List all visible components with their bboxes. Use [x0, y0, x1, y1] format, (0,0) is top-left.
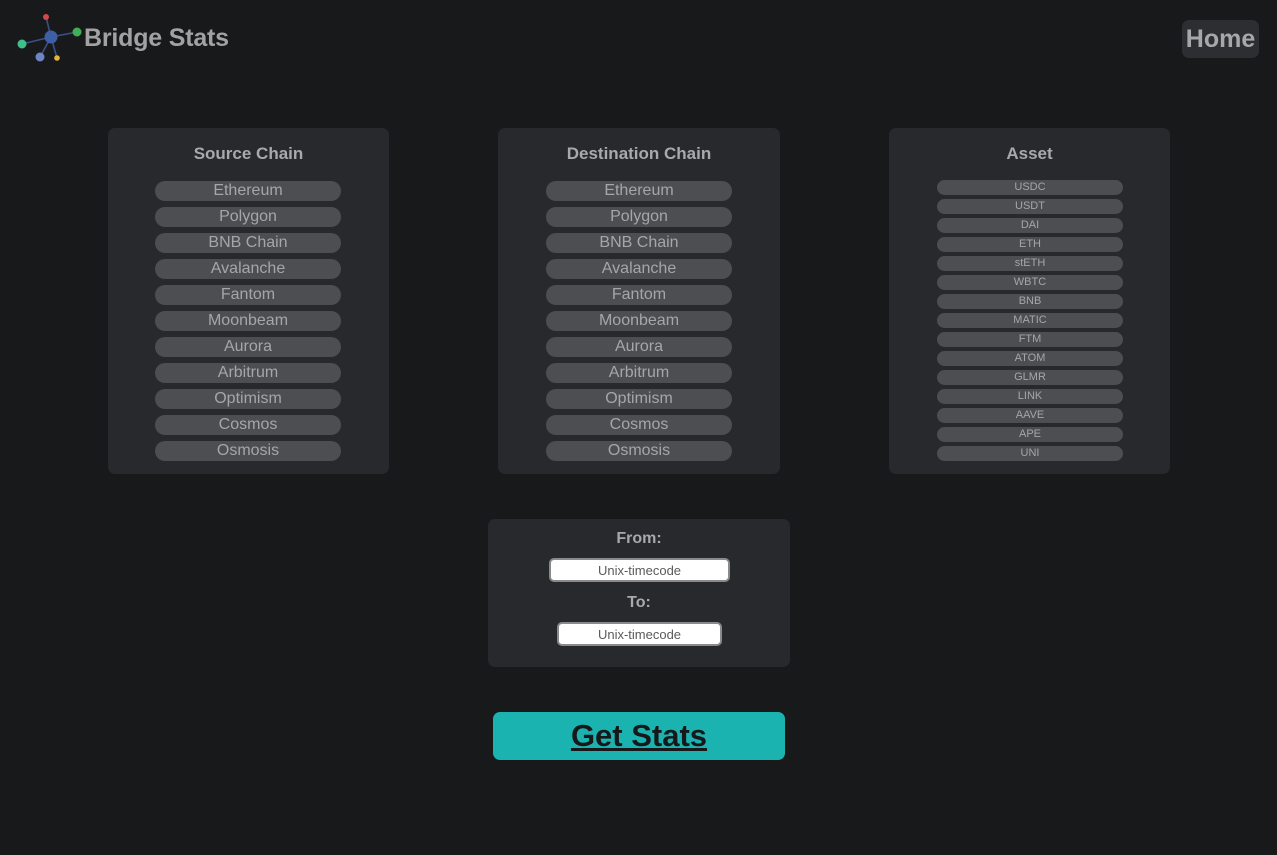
- destination-chain-option[interactable]: BNB Chain: [546, 233, 732, 253]
- from-label: From:: [616, 530, 662, 547]
- destination-chain-option[interactable]: Arbitrum: [546, 363, 732, 383]
- asset-option[interactable]: GLMR: [937, 370, 1123, 385]
- asset-option[interactable]: USDT: [937, 199, 1123, 214]
- asset-option[interactable]: AAVE: [937, 408, 1123, 423]
- source-chain-option[interactable]: Polygon: [155, 207, 341, 227]
- asset-title: Asset: [1006, 144, 1053, 163]
- asset-card: Asset USDC USDT DAI ETH stETH WBTC BNB MATIC FTM…: [889, 128, 1170, 474]
- destination-chain-title: Destination Chain: [566, 144, 712, 163]
- source-chain-option[interactable]: Optimism: [155, 389, 341, 409]
- get-stats-label: Get Stats: [570, 718, 708, 753]
- asset-option[interactable]: WBTC: [937, 275, 1123, 290]
- to-label: To:: [627, 594, 651, 611]
- asset-option[interactable]: DAI: [937, 218, 1123, 233]
- asset-option[interactable]: LINK: [937, 389, 1123, 404]
- destination-chain-list: Ethereum Polygon BNB Chain Avalanche Fantom M…: [546, 181, 732, 467]
- source-chain-option[interactable]: BNB Chain: [155, 233, 341, 253]
- destination-chain-option[interactable]: Fantom: [546, 285, 732, 305]
- destination-chain-option[interactable]: Avalanche: [546, 259, 732, 279]
- asset-option[interactable]: ATOM: [937, 351, 1123, 366]
- destination-chain-option[interactable]: Osmosis: [546, 441, 732, 461]
- source-chain-option[interactable]: Fantom: [155, 285, 341, 305]
- source-chain-title: Source Chain: [193, 144, 304, 163]
- destination-chain-option[interactable]: Moonbeam: [546, 311, 732, 331]
- home-button[interactable]: Home: [1182, 20, 1259, 58]
- destination-chain-option[interactable]: Cosmos: [546, 415, 732, 435]
- network-nodes-icon: [17, 14, 82, 62]
- asset-option[interactable]: ETH: [937, 237, 1123, 252]
- destination-chain-option[interactable]: Polygon: [546, 207, 732, 227]
- source-chain-list: Ethereum Polygon BNB Chain Avalanche Fantom M…: [155, 181, 341, 467]
- asset-option[interactable]: MATIC: [937, 313, 1123, 328]
- get-stats-button[interactable]: Get Stats: [493, 712, 785, 760]
- brand-title: Bridge Stats: [84, 24, 229, 52]
- source-chain-option[interactable]: Ethereum: [155, 181, 341, 201]
- asset-list: USDC USDT DAI ETH stETH WBTC BNB MATIC FTM ATOM GL…: [937, 180, 1123, 465]
- source-chain-card: Source Chain Ethereum Polygon BNB Chain Ava…: [108, 128, 389, 474]
- destination-chain-option[interactable]: Aurora: [546, 337, 732, 357]
- asset-option[interactable]: FTM: [937, 332, 1123, 347]
- source-chain-option[interactable]: Arbitrum: [155, 363, 341, 383]
- from-timecode-input[interactable]: [549, 558, 730, 582]
- source-chain-option[interactable]: Moonbeam: [155, 311, 341, 331]
- destination-chain-card: Destination Chain Ethereum Polygon BNB Cha…: [498, 128, 780, 474]
- to-timecode-input[interactable]: [557, 622, 722, 646]
- asset-option[interactable]: stETH: [937, 256, 1123, 271]
- source-chain-option[interactable]: Osmosis: [155, 441, 341, 461]
- time-range-card: From: To:: [488, 519, 790, 667]
- asset-option[interactable]: USDC: [937, 180, 1123, 195]
- asset-option[interactable]: UNI: [937, 446, 1123, 461]
- asset-option[interactable]: APE: [937, 427, 1123, 442]
- destination-chain-option[interactable]: Optimism: [546, 389, 732, 409]
- destination-chain-option[interactable]: Ethereum: [546, 181, 732, 201]
- asset-option[interactable]: BNB: [937, 294, 1123, 309]
- source-chain-option[interactable]: Aurora: [155, 337, 341, 357]
- source-chain-option[interactable]: Cosmos: [155, 415, 341, 435]
- source-chain-option[interactable]: Avalanche: [155, 259, 341, 279]
